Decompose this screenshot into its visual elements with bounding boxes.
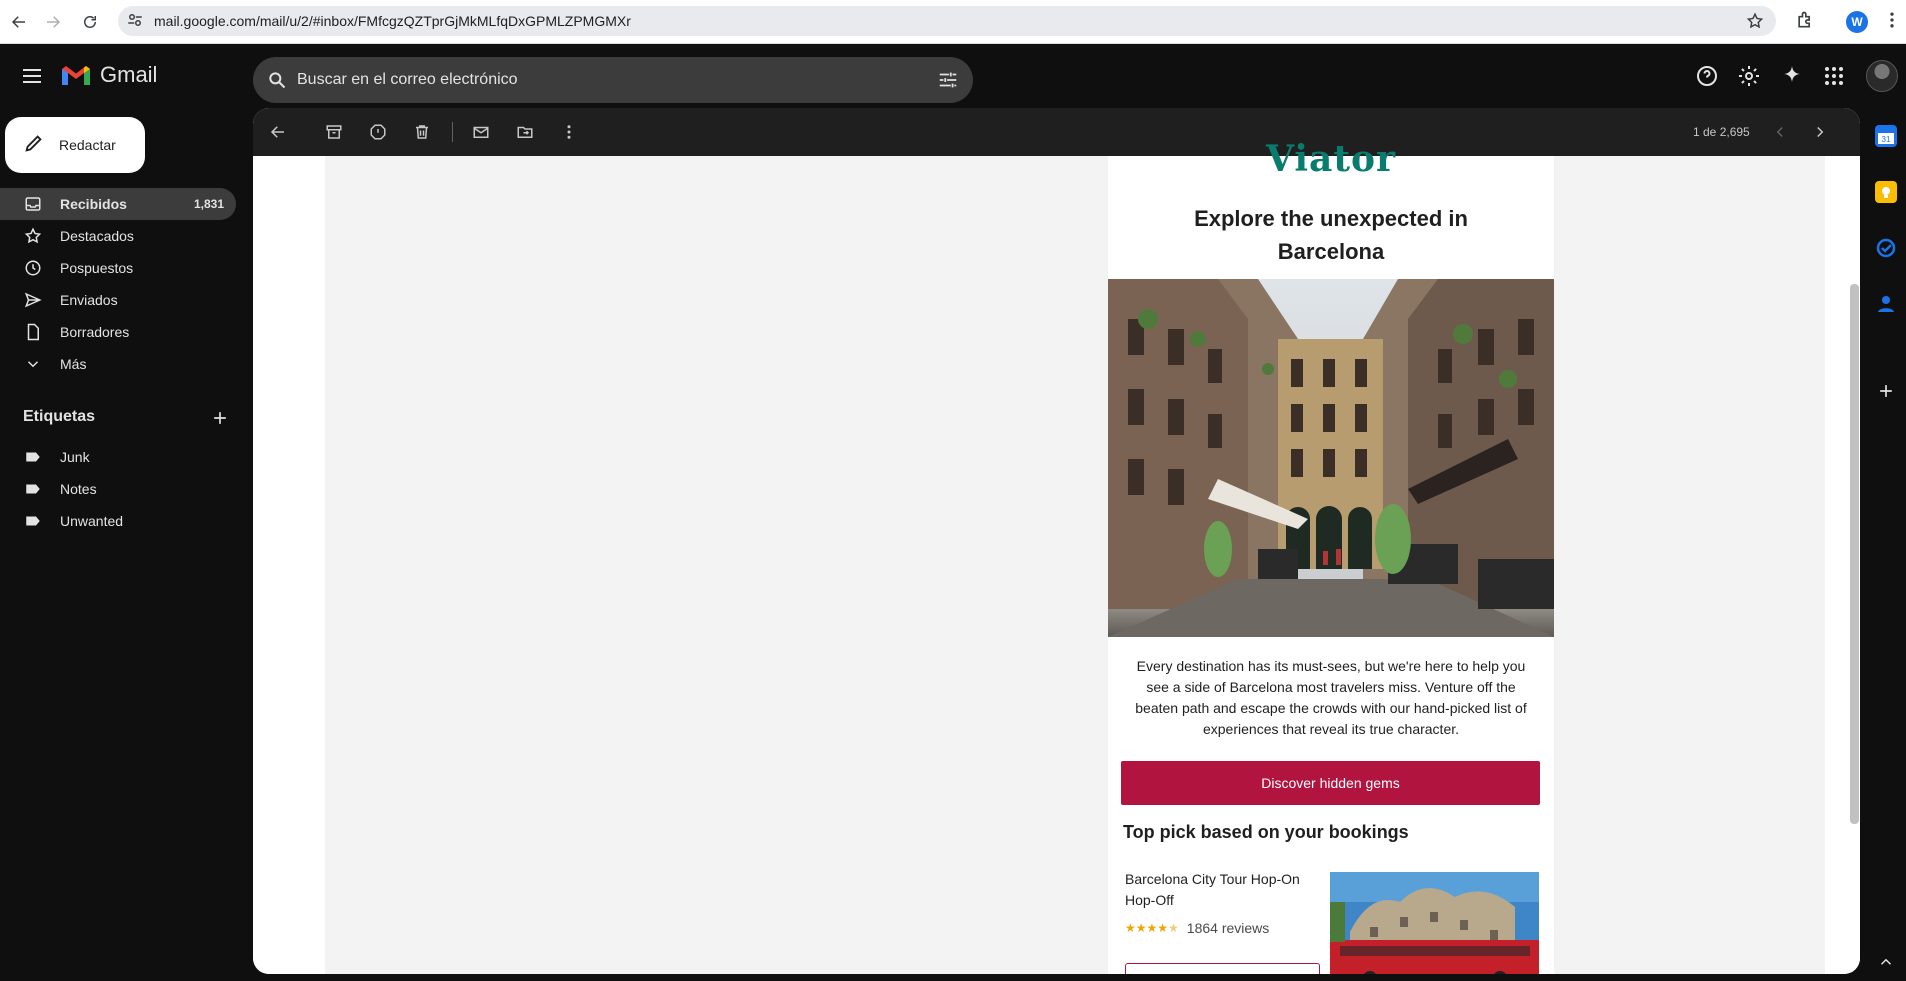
sidebar-item-label: Pospuestos [60,260,134,276]
gmail-m-icon [62,66,90,85]
get-addons-plus-icon[interactable] [1876,381,1896,406]
inbox-icon [24,195,42,213]
email-background [325,156,1825,974]
top-pick-heading: Top pick based on your bookings [1123,822,1409,842]
sidebar-item-snoozed[interactable]: Pospuestos [0,252,236,284]
newer-chevron-left-icon[interactable] [1771,123,1789,146]
sidebar-label-notes[interactable]: Notes [0,473,236,505]
label-tag-icon [24,480,42,498]
browser-toolbar: mail.google.com/mail/u/2/#inbox/FMfcgzQZ… [0,0,1906,44]
sidebar-item-label: Más [60,356,87,372]
sidebar-item-sent[interactable]: Enviados [0,284,236,316]
sidebar-label-unwanted[interactable]: Unwanted [0,505,236,537]
side-panel: 31 [1866,108,1906,981]
toolbar-divider [452,122,453,142]
keep-icon[interactable] [1875,181,1897,203]
email-card: Viator Explore the unexpected in Barcelo… [1108,138,1554,974]
reload-icon[interactable] [77,9,103,35]
main-menu-icon[interactable] [20,64,44,88]
discover-hidden-gems-button[interactable]: Discover hidden gems [1121,761,1540,805]
sidebar-item-label: Junk [60,449,90,465]
compose-button[interactable]: Redactar [5,117,145,173]
contacts-icon[interactable] [1875,293,1897,315]
draft-icon [24,323,42,341]
extensions-icon[interactable] [1795,10,1815,35]
browser-menu-icon[interactable] [1882,10,1902,35]
search-options-icon[interactable] [937,69,959,96]
label-tag-icon [24,512,42,530]
sidebar-item-label: Borradores [60,324,130,340]
tour-title-link[interactable]: Barcelona City Tour Hop-On Hop-Off [1125,869,1305,911]
forward-icon[interactable] [40,9,66,35]
scrollbar-thumb[interactable] [1850,284,1859,824]
more-options-icon[interactable] [560,123,578,146]
account-avatar[interactable] [1866,60,1898,92]
sidebar-item-label: Recibidos [60,196,127,212]
sidebar-item-label: Notes [60,481,97,497]
sidebar-item-label: Enviados [60,292,118,308]
label-tag-icon [24,448,42,466]
tasks-icon[interactable] [1875,237,1897,259]
apps-grid-icon[interactable] [1822,64,1846,93]
mark-unread-icon[interactable] [472,123,490,146]
sidebar-item-inbox[interactable]: Recibidos 1,831 [0,188,236,220]
tour-rating: ★★★★★ 1864 reviews [1125,920,1269,936]
settings-gear-icon[interactable] [1737,64,1761,93]
unread-count: 1,831 [193,197,224,211]
message-body: Viator Explore the unexpected in Barcelo… [253,138,1860,974]
email-body-text: Every destination has its must-sees, but… [1135,658,1527,737]
rating-stars-icon: ★★★★★ [1125,921,1179,935]
pagination-text: 1 de 2,695 [1693,125,1750,139]
message-view: 1 de 2,695 Viator Explore the unexpected… [253,108,1860,974]
sidebar-label-junk[interactable]: Junk [0,441,236,473]
svg-text:31: 31 [1882,135,1891,144]
compose-label: Redactar [59,137,116,153]
help-icon[interactable] [1695,64,1719,93]
pencil-icon [23,132,45,159]
browser-profile-avatar[interactable]: W [1846,11,1868,33]
sidebar-item-starred[interactable]: Destacados [0,220,236,252]
move-to-folder-icon[interactable] [516,123,534,146]
back-icon[interactable] [6,9,32,35]
tour-book-button[interactable] [1125,963,1320,974]
search-icon[interactable] [267,70,287,95]
chevron-down-icon [24,355,42,373]
delete-trash-icon[interactable] [413,123,431,146]
bookmark-star-icon[interactable] [1746,12,1764,35]
viator-logo[interactable]: Viator [1108,138,1554,180]
search-bar[interactable]: Buscar en el correo electrónico [253,57,973,103]
gmail-header: Gmail Buscar en el correo electrónico [0,44,1906,108]
review-count: 1864 reviews [1186,920,1270,936]
star-icon [24,227,42,245]
url-text[interactable]: mail.google.com/mail/u/2/#inbox/FMfcgzQZ… [154,13,631,29]
older-chevron-right-icon[interactable] [1811,123,1829,146]
add-label-icon[interactable] [210,408,230,433]
gmail-logo[interactable]: Gmail [60,62,157,88]
report-spam-icon[interactable] [369,123,387,146]
send-icon [24,291,42,309]
clock-icon [24,259,42,277]
sidebar-item-label: Unwanted [60,513,124,529]
search-input[interactable]: Buscar en el correo electrónico [297,71,518,89]
message-toolbar: 1 de 2,695 [253,108,1860,156]
sidebar-item-drafts[interactable]: Borradores [0,316,236,348]
sidebar-item-more[interactable]: Más [0,348,236,380]
calendar-icon[interactable]: 31 [1875,125,1897,147]
email-headline: Explore the unexpected in Barcelona [1194,206,1468,264]
barcelona-street-photo[interactable] [1108,279,1554,637]
address-bar[interactable]: mail.google.com/mail/u/2/#inbox/FMfcgzQZ… [118,6,1776,36]
hide-panel-chevron-icon[interactable] [1877,953,1895,976]
hop-on-bus-photo[interactable] [1330,872,1539,974]
gemini-sparkle-icon[interactable] [1780,64,1804,93]
sidebar-item-label: Destacados [60,228,134,244]
site-info-icon[interactable] [126,11,146,31]
archive-icon[interactable] [325,123,343,146]
gmail-logo-text: Gmail [100,62,158,87]
back-to-inbox-icon[interactable] [269,123,287,146]
labels-heading: Etiquetas [23,408,96,425]
